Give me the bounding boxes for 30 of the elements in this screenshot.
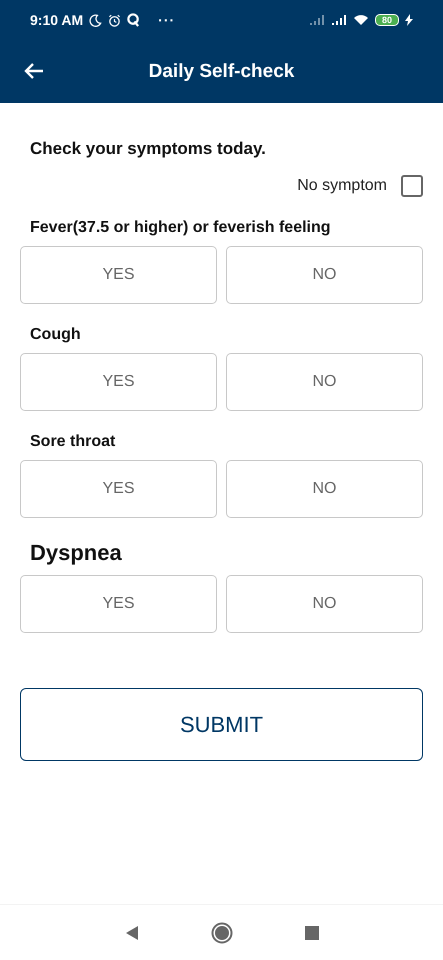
no-symptom-label: No symptom — [297, 177, 387, 195]
back-nav-icon[interactable] — [124, 924, 138, 940]
answer-button[interactable]: YES — [20, 460, 217, 518]
answer-button[interactable]: YES — [20, 575, 217, 633]
battery-level: 80 — [375, 14, 399, 26]
more-notifications: ··· — [158, 12, 176, 28]
submit-button[interactable]: SUBMIT — [20, 688, 423, 761]
question-label: Dyspnea — [30, 540, 122, 565]
app-icon — [127, 13, 140, 27]
screen-title: Daily Self-check — [148, 60, 294, 82]
question-label: Sore throat — [30, 433, 116, 450]
recents-nav-icon[interactable] — [304, 926, 318, 940]
question-label: Fever(37.5 or higher) or feverish feeling — [30, 219, 331, 236]
answer-button[interactable]: YES — [20, 246, 217, 304]
answer-button[interactable]: YES — [20, 353, 217, 411]
moon-icon — [89, 14, 102, 26]
answer-button[interactable]: NO — [226, 246, 423, 304]
wifi-icon — [353, 14, 369, 26]
alarm-icon — [108, 14, 122, 26]
answer-button[interactable]: NO — [226, 460, 423, 518]
answer-button[interactable]: NO — [226, 353, 423, 411]
no-symptom-checkbox[interactable] — [401, 175, 423, 197]
answer-button[interactable]: NO — [226, 575, 423, 633]
home-nav-icon[interactable] — [210, 922, 232, 944]
signal-icon — [331, 14, 347, 26]
status-time: 9:10 AM — [30, 12, 84, 28]
question-label: Cough — [30, 326, 81, 343]
instruction-text: Check your symptoms today. — [30, 139, 266, 158]
signal-icon — [309, 14, 325, 26]
charging-icon — [405, 14, 413, 26]
